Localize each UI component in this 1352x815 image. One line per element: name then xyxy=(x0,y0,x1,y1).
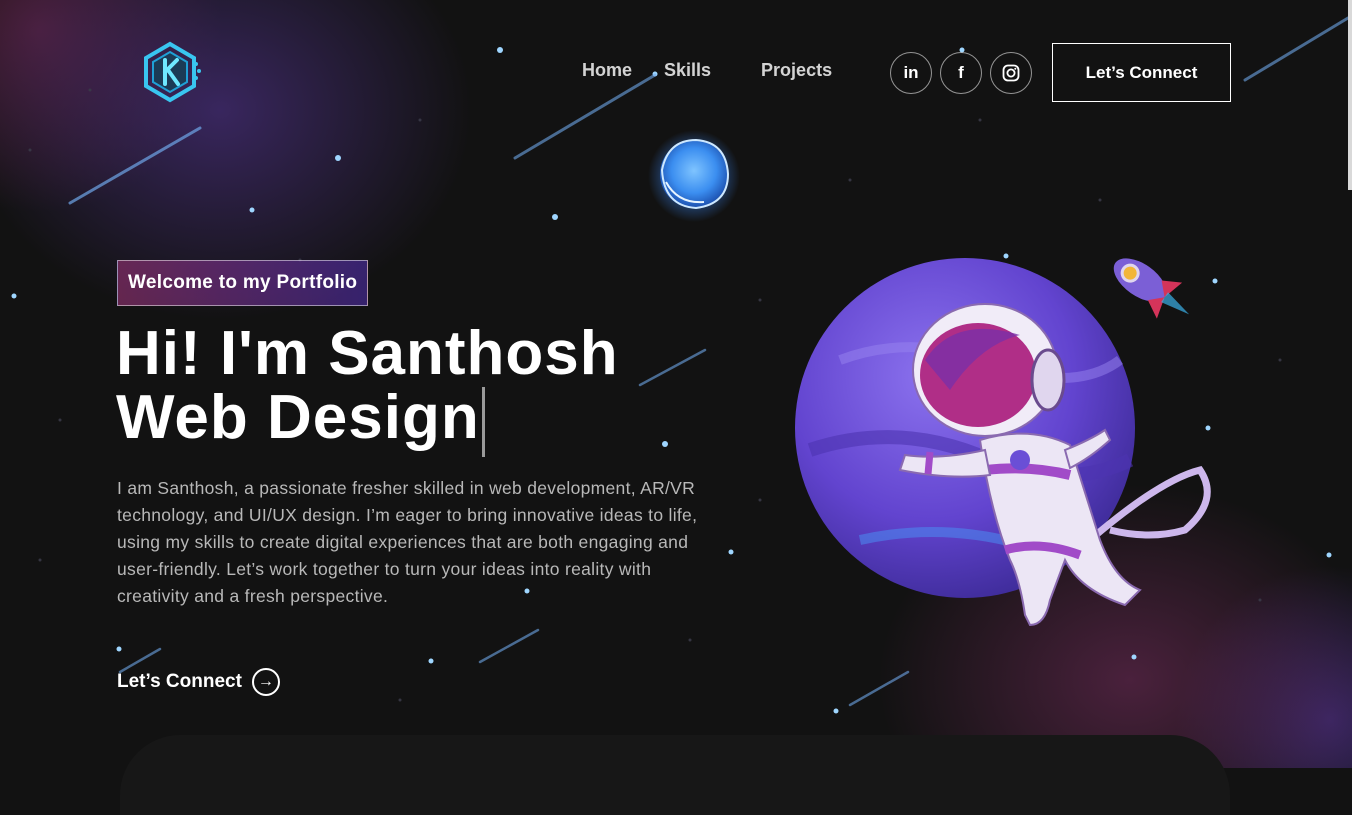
hero-connect-link[interactable]: Let’s Connect → xyxy=(117,668,280,696)
nav-projects[interactable]: Projects xyxy=(727,60,848,81)
typing-cursor xyxy=(481,386,485,457)
hero-headline: Hi! I'm Santhosh Web Design xyxy=(116,322,619,457)
hero-intro: I am Santhosh, a passionate fresher skil… xyxy=(117,478,698,606)
scrollbar[interactable] xyxy=(1348,0,1352,190)
glowing-orb-icon xyxy=(648,130,740,222)
nav-home[interactable]: Home xyxy=(566,60,648,81)
facebook-icon[interactable]: f xyxy=(940,52,982,94)
hero-connect-label: Let’s Connect xyxy=(117,671,242,692)
rocket-icon xyxy=(1113,258,1190,319)
welcome-tagline: Welcome to my Portfolio xyxy=(117,260,369,306)
social-links: in f xyxy=(890,52,1032,94)
instagram-icon[interactable] xyxy=(990,52,1032,94)
header-connect-button[interactable]: Let’s Connect xyxy=(1052,43,1231,102)
nav-skills[interactable]: Skills xyxy=(648,60,727,81)
headline-line-1: Hi! I'm Santhosh xyxy=(116,319,619,388)
headline-line-2: Web Design xyxy=(116,386,619,457)
bottom-section-panel xyxy=(120,735,1230,815)
instagram-glyph-icon xyxy=(1002,64,1020,82)
logo-icon[interactable] xyxy=(138,40,202,104)
typing-text: Web Design xyxy=(116,383,480,452)
astronaut-illustration xyxy=(795,258,1211,627)
linkedin-icon[interactable]: in xyxy=(890,52,932,94)
main-nav: Home Skills Projects xyxy=(566,60,848,81)
arrow-right-circle-icon: → xyxy=(251,668,280,696)
